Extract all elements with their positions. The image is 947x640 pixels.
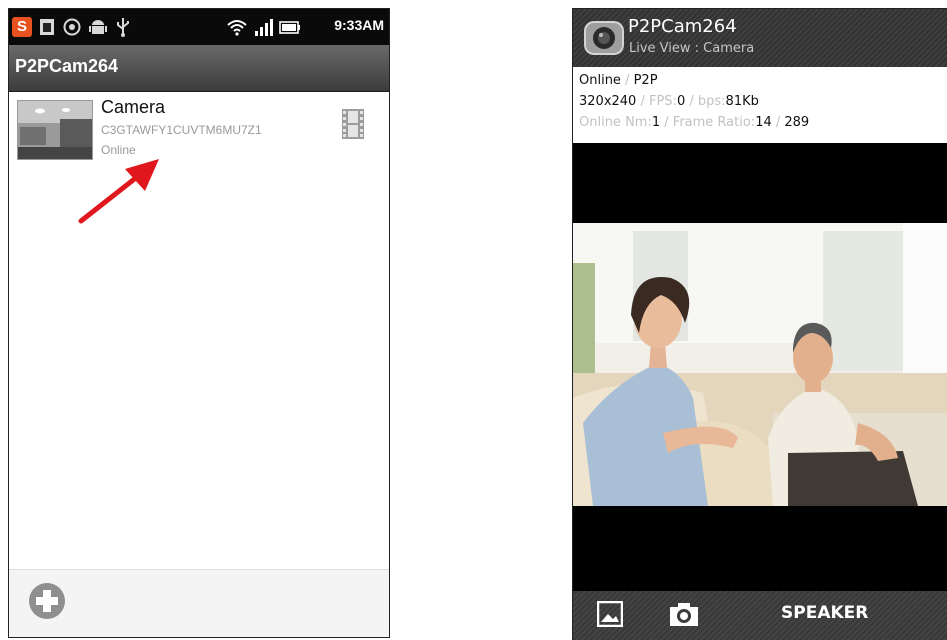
- separator: /: [620, 73, 634, 88]
- video-stats: 320x240 / FPS:0 / bps:81Kb: [579, 94, 759, 109]
- separator: /: [660, 115, 673, 130]
- fps-label: FPS:: [648, 94, 677, 109]
- bps-label: bps:: [697, 94, 726, 109]
- session-stats: Online Nm:1 / Frame Ratio:14 / 289: [579, 115, 809, 130]
- fps-value: 0: [676, 94, 686, 109]
- connection-mode: P2P: [633, 73, 658, 88]
- resolution-value: 320x240: [579, 94, 637, 109]
- app-title: P2PCam264: [15, 56, 119, 76]
- live-view-title: P2PCam264: [628, 16, 737, 37]
- camera-list-screen: S 9:33AM P2PCam264 Camera C3GTAWFY1CUVTM…: [8, 8, 390, 638]
- connection-info: Online / P2P: [579, 73, 658, 88]
- add-circle-icon: [36, 590, 58, 612]
- live-view-subtitle: Live View : Camera: [629, 41, 755, 56]
- live-view-header: P2PCam264 Live View : Camera: [573, 9, 947, 67]
- stream-info-panel: Online / P2P 320x240 / FPS:0 / bps:81Kb …: [573, 67, 947, 143]
- wifi-icon: [227, 20, 247, 36]
- red-arrow-annotation: [78, 159, 159, 224]
- app-notification-icon: S: [12, 17, 32, 37]
- status-time: 9:33AM: [334, 17, 384, 33]
- online-nm-label: Online Nm:: [579, 115, 652, 130]
- live-view-screen: P2PCam264 Live View : Camera Online / P2…: [572, 8, 947, 640]
- app-logo-icon: [584, 21, 624, 55]
- separator: /: [636, 94, 649, 109]
- battery-icon: [279, 21, 300, 34]
- headset-icon: [63, 18, 81, 36]
- live-view-toolbar: SPEAKER: [573, 591, 947, 640]
- gallery-icon[interactable]: [597, 601, 623, 627]
- bottom-bar: [9, 569, 389, 637]
- usb-storage-icon: [40, 19, 54, 35]
- frame-ratio-value: 14: [755, 115, 772, 130]
- bps-value: 81Kb: [725, 94, 759, 109]
- frame-ratio-label: Frame Ratio:: [672, 115, 756, 130]
- video-area[interactable]: [573, 143, 947, 569]
- separator: /: [685, 94, 698, 109]
- android-debug-icon: [89, 20, 107, 34]
- connection-status: Online: [579, 73, 621, 88]
- signal-icon: [255, 19, 273, 36]
- usb-icon: [117, 18, 129, 37]
- frame-total-value: 289: [784, 115, 810, 130]
- camera-name: Camera: [101, 97, 166, 117]
- status-bar: S 9:33AM: [9, 9, 389, 45]
- film-strip-icon[interactable]: [342, 109, 364, 139]
- live-video-frame: [573, 223, 947, 506]
- online-nm-value: 1: [651, 115, 661, 130]
- add-camera-button[interactable]: [29, 583, 65, 619]
- app-bar: P2PCam264: [9, 45, 389, 92]
- speaker-button[interactable]: SPEAKER: [781, 603, 868, 623]
- camera-uid: C3GTAWFY1CUVTM6MU7Z1: [101, 123, 262, 137]
- separator: /: [771, 115, 785, 130]
- camera-icon[interactable]: [669, 601, 699, 627]
- camera-list-item[interactable]: Camera C3GTAWFY1CUVTM6MU7Z1 Online: [9, 91, 389, 165]
